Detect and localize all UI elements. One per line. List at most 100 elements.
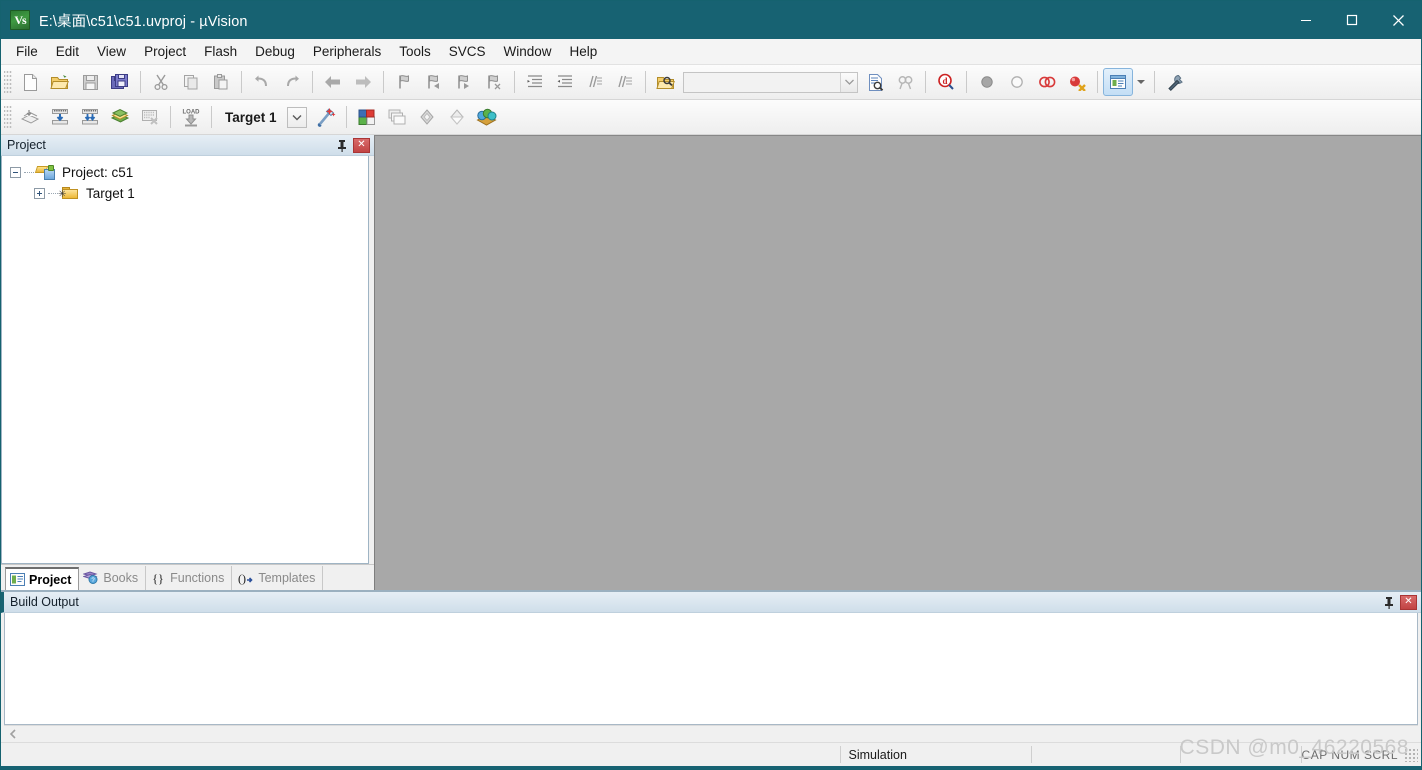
status-indicators: CAP NUM SCRL	[1301, 747, 1398, 762]
build-output-text[interactable]	[4, 613, 1418, 725]
translate-file-icon[interactable]	[15, 103, 45, 131]
window-bottom-border	[1, 766, 1421, 769]
menu-project[interactable]: Project	[135, 41, 195, 62]
expander-plus-icon[interactable]	[34, 188, 45, 199]
manage-project-items-icon[interactable]	[352, 103, 382, 131]
close-icon[interactable]: ✕	[1400, 594, 1417, 610]
project-panel-header: Project ✕	[1, 135, 374, 156]
toolbar-separator	[345, 106, 347, 128]
tab-functions[interactable]: {} Functions	[146, 566, 233, 590]
toolbar-separator	[383, 71, 384, 93]
menu-tools[interactable]: Tools	[390, 41, 440, 62]
pack-installer-icon[interactable]	[472, 103, 502, 131]
pin-icon[interactable]	[1380, 594, 1398, 611]
chevron-down-icon[interactable]	[840, 72, 857, 92]
navigate-forward-icon[interactable]	[348, 68, 378, 96]
build-output-hscrollbar[interactable]	[4, 725, 1418, 742]
breakpoint-icon[interactable]	[972, 68, 1002, 96]
bookmark-toggle-icon[interactable]	[389, 68, 419, 96]
project-panel-title: Project	[7, 138, 46, 152]
tree-node-project-label: Project: c51	[62, 165, 134, 180]
navigate-back-icon[interactable]	[318, 68, 348, 96]
kill-all-breakpoints-icon[interactable]	[1062, 68, 1092, 96]
title-bar: Vs E:\桌面\c51\c51.uvproj - µVision	[1, 1, 1421, 39]
toolbar-grip[interactable]	[4, 70, 12, 94]
menu-help[interactable]: Help	[561, 41, 607, 62]
menu-svcs[interactable]: SVCS	[440, 41, 495, 62]
svg-text:d: d	[942, 76, 947, 86]
tree-node-target[interactable]: ✳ Target 1	[2, 183, 368, 204]
save-icon[interactable]	[75, 68, 105, 96]
find-in-files-icon[interactable]	[651, 68, 681, 96]
source-browse-icon[interactable]	[412, 103, 442, 131]
resize-grip[interactable]	[1404, 747, 1418, 762]
close-icon[interactable]: ✕	[353, 137, 370, 153]
target-options-icon[interactable]	[311, 103, 341, 131]
status-field-2	[1032, 746, 1180, 764]
project-tree[interactable]: Project: c51 ✳ Target 1	[1, 156, 369, 564]
pin-icon[interactable]	[333, 137, 351, 154]
paste-icon[interactable]	[206, 68, 236, 96]
new-file-icon[interactable]	[15, 68, 45, 96]
configuration-wizard-dropdown[interactable]	[1133, 68, 1149, 96]
stop-build-icon[interactable]	[135, 103, 165, 131]
target-selector-value[interactable]: Target 1	[217, 110, 287, 125]
browse-symbol-icon[interactable]: d	[931, 68, 961, 96]
configuration-wizard-icon[interactable]	[1103, 68, 1133, 96]
status-field-3	[1181, 746, 1301, 764]
menu-window[interactable]: Window	[494, 41, 560, 62]
menu-peripherals[interactable]: Peripherals	[304, 41, 390, 62]
close-button[interactable]	[1375, 1, 1421, 39]
multi-project-icon[interactable]	[382, 103, 412, 131]
chevron-left-icon[interactable]	[4, 727, 21, 742]
tab-templates[interactable]: () Templates	[232, 566, 324, 590]
menu-view[interactable]: View	[88, 41, 135, 62]
search-combo[interactable]	[683, 71, 858, 93]
find-icon[interactable]	[890, 68, 920, 96]
bookmark-clear-icon[interactable]	[479, 68, 509, 96]
enable-breakpoint-icon[interactable]	[1002, 68, 1032, 96]
disable-all-breakpoints-icon[interactable]	[1032, 68, 1062, 96]
download-icon[interactable]: LOAD	[176, 103, 206, 131]
tab-books[interactable]: ? Books	[79, 566, 147, 590]
menu-flash[interactable]: Flash	[195, 41, 246, 62]
file-toolbar: d	[1, 65, 1421, 100]
menu-file[interactable]: File	[7, 41, 47, 62]
status-bar: Simulation CAP NUM SCRL CSDN @m0_4622056…	[1, 736, 1421, 766]
toolbar-separator	[211, 106, 212, 128]
minimize-button[interactable]	[1283, 1, 1329, 39]
bookmark-prev-icon[interactable]	[419, 68, 449, 96]
comment-icon[interactable]	[580, 68, 610, 96]
tab-project[interactable]: Project	[5, 567, 80, 591]
redo-icon[interactable]	[277, 68, 307, 96]
tree-node-project[interactable]: Project: c51	[2, 162, 368, 183]
incremental-find-icon[interactable]	[860, 68, 890, 96]
bookmark-next-icon[interactable]	[449, 68, 479, 96]
toolbar-grip[interactable]	[4, 105, 12, 129]
cut-icon[interactable]	[146, 68, 176, 96]
open-file-icon[interactable]	[45, 68, 75, 96]
build-target-icon[interactable]	[45, 103, 75, 131]
maximize-button[interactable]	[1329, 1, 1375, 39]
project-panel-tabs: Project ? Books {} Functions () Template…	[1, 564, 374, 591]
copy-icon[interactable]	[176, 68, 206, 96]
build-output-header: Build Output ✕	[1, 592, 1421, 613]
toolbar-separator	[241, 71, 242, 93]
utilities-wrench-icon[interactable]	[1160, 68, 1190, 96]
save-all-icon[interactable]	[105, 68, 135, 96]
indent-icon[interactable]	[520, 68, 550, 96]
expander-minus-icon[interactable]	[10, 167, 21, 178]
undo-icon[interactable]	[247, 68, 277, 96]
toolbar-separator	[140, 71, 141, 93]
menu-edit[interactable]: Edit	[47, 41, 88, 62]
batch-build-icon[interactable]	[105, 103, 135, 131]
editor-mdi-area[interactable]	[374, 135, 1421, 590]
outdent-icon[interactable]	[550, 68, 580, 96]
work-area: Project ✕ Project: c51 ✳ Target 1 Projec…	[1, 135, 1421, 591]
target-selector-dropdown[interactable]	[286, 106, 307, 128]
svcs-icon[interactable]	[442, 103, 472, 131]
menu-debug[interactable]: Debug	[246, 41, 304, 62]
uncomment-icon[interactable]	[610, 68, 640, 96]
rebuild-all-icon[interactable]	[75, 103, 105, 131]
functions-tab-icon: {}	[150, 571, 166, 586]
